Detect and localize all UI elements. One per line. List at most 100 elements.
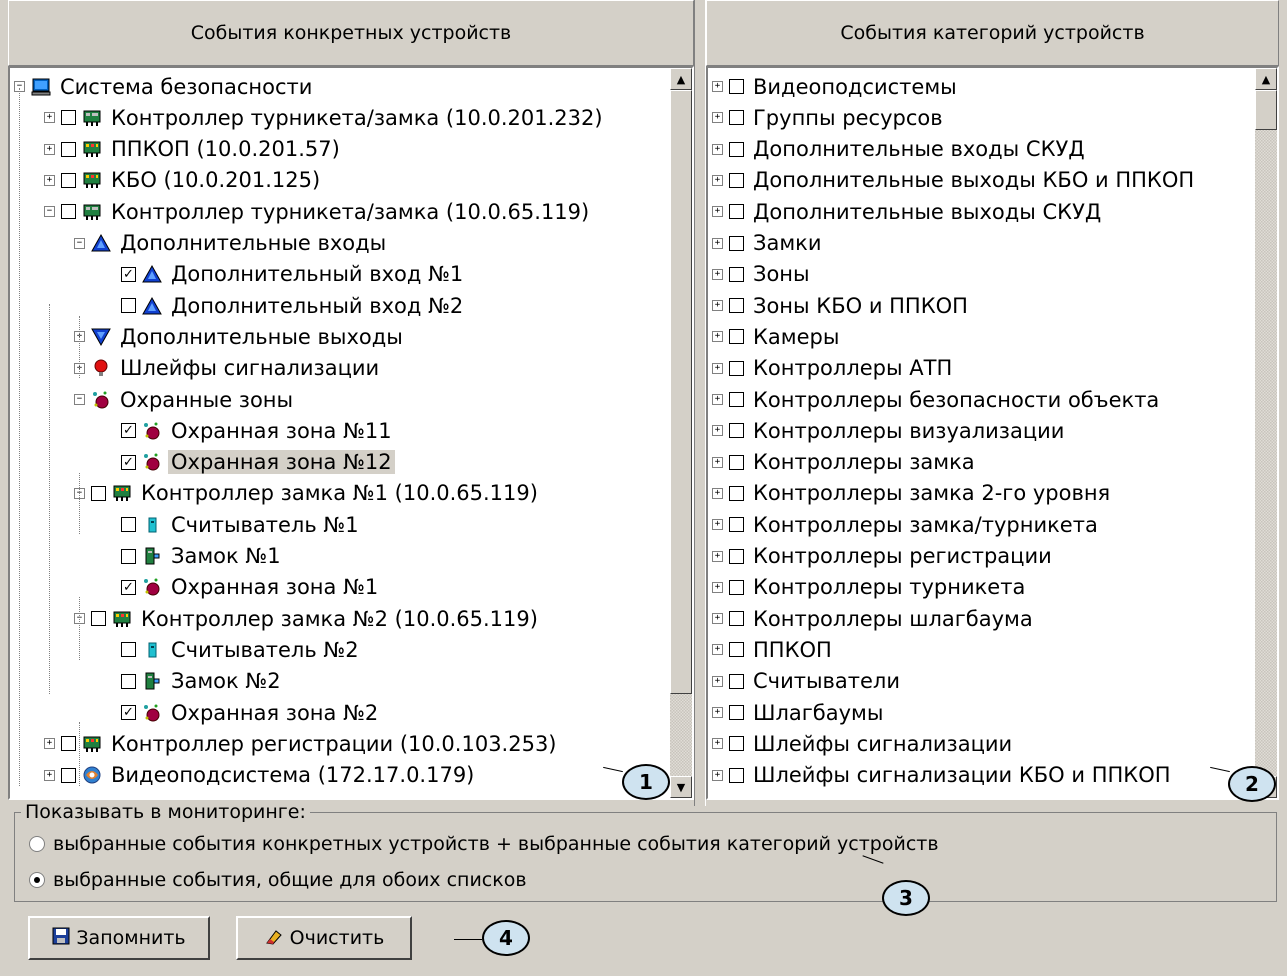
tree-item[interactable]: − Охранные зоны [74,384,296,415]
category-item[interactable]: + Камеры [712,321,842,352]
expand-icon[interactable]: + [44,143,55,155]
checkbox[interactable] [729,611,744,627]
expand-icon[interactable]: + [712,268,723,280]
tree-item[interactable]: − Дополнительные входы [74,228,389,259]
expand-icon[interactable]: + [712,362,723,374]
tree-item[interactable]: + Шлейфы сигнализации [74,353,382,384]
save-button[interactable]: Запомнить [28,916,210,960]
checkbox[interactable] [729,392,744,407]
expand-icon[interactable]: + [712,174,723,186]
tree-item[interactable]: + ППКОП (10.0.201.57) [44,134,343,165]
clear-button[interactable]: Очистить [236,916,412,960]
checkbox[interactable] [121,642,136,658]
tree-item[interactable]: ✓ Охранная зона №11 [104,415,395,446]
category-item[interactable]: + Считыватели [712,666,903,697]
category-item[interactable]: + ППКОП [712,634,835,665]
checkbox[interactable] [61,767,76,783]
scroll-thumb[interactable] [1255,90,1277,130]
checkbox[interactable] [729,204,744,220]
expand-icon[interactable]: + [712,769,723,781]
tree-item[interactable]: − Контроллер замка №2 (10.0.65.119) [74,603,541,634]
tree-item[interactable]: Замок №2 [104,666,284,697]
checkbox-checked[interactable]: ✓ [121,454,136,470]
checkbox[interactable] [729,298,744,314]
checkbox[interactable] [61,110,76,126]
category-item[interactable]: + Шлейфы сигнализации [712,728,1015,759]
expand-icon[interactable]: + [712,143,723,155]
expand-icon[interactable]: + [712,707,723,718]
category-item[interactable]: + Контроллеры замка 2-го уровня [712,478,1113,509]
expand-icon[interactable]: + [712,644,723,656]
tree-item[interactable]: ✓ Охранная зона №2 [104,697,381,728]
radio-option-union[interactable]: выбранные события конкретных устройств +… [29,833,939,855]
category-item[interactable]: + Контроллеры замка [712,447,978,478]
category-item[interactable]: + Группы ресурсов [712,102,946,133]
category-item[interactable]: + Контроллеры замка/турникета [712,509,1101,540]
checkbox[interactable] [729,705,744,720]
expand-icon[interactable]: + [712,581,723,593]
expand-icon[interactable]: + [712,331,723,343]
checkbox-checked[interactable]: ✓ [121,579,136,595]
checkbox[interactable] [729,642,744,658]
expand-icon[interactable]: + [44,174,55,186]
category-item[interactable]: + Зоны КБО и ППКОП [712,290,971,321]
expand-icon[interactable]: + [712,425,723,437]
checkbox[interactable] [121,548,136,564]
checkbox[interactable] [61,172,76,188]
tree-item[interactable]: + Контроллер турникета/замка (10.0.201.23… [44,102,606,133]
category-item[interactable]: + Дополнительные выходы СКУД [712,196,1104,227]
expand-icon[interactable]: + [712,738,723,750]
checkbox[interactable] [729,110,744,126]
expand-icon[interactable]: + [44,738,55,750]
checkbox[interactable] [729,79,744,94]
tree-item[interactable]: − Контроллер турникета/замка (10.0.65.119… [44,196,592,227]
expand-icon[interactable]: + [44,112,55,124]
radio-button[interactable] [29,836,45,852]
radio-option-intersection[interactable]: выбранные события, общие для обоих списк… [29,869,527,891]
category-item[interactable]: + Шлейфы сигнализации КБО и ППКОП [712,760,1174,791]
tree-item[interactable]: Замок №1 [104,541,284,572]
checkbox[interactable] [121,517,136,533]
tree-item[interactable]: − Система безопасности [14,71,315,102]
category-item[interactable]: + Замки [712,228,825,259]
tree-item[interactable]: Считыватель №2 [104,634,362,665]
checkbox[interactable] [729,235,744,251]
expand-icon[interactable]: + [712,81,723,92]
left-scrollbar[interactable]: ▲ ▼ [670,68,692,798]
scroll-down-button[interactable]: ▼ [670,776,692,798]
category-item[interactable]: + Дополнительные входы СКУД [712,134,1088,165]
checkbox[interactable] [729,266,744,282]
checkbox[interactable] [61,204,76,220]
category-item[interactable]: + Контроллеры визуализации [712,415,1067,446]
collapse-icon[interactable]: − [74,394,85,405]
expand-icon[interactable]: + [712,456,723,468]
checkbox[interactable] [729,329,744,345]
category-item[interactable]: + Контроллеры шлагбаума [712,603,1036,634]
tree-item[interactable]: ✓ Дополнительный вход №1 [104,259,466,290]
expand-icon[interactable]: + [712,613,723,625]
checkbox[interactable] [729,141,744,157]
collapse-icon[interactable]: − [44,206,55,218]
checkbox[interactable] [729,579,744,595]
tree-item[interactable]: Дополнительный вход №2 [104,290,466,321]
category-item[interactable]: + Контроллеры безопасности объекта [712,384,1162,415]
category-item[interactable]: + Шлагбаумы [712,697,886,728]
checkbox-checked[interactable]: ✓ [121,705,136,720]
category-item[interactable]: + Дополнительные выходы КБО и ППКОП [712,165,1197,196]
tree-item[interactable]: + Видеоподсистема (172.17.0.179) [44,760,477,791]
checkbox[interactable] [61,141,76,157]
checkbox[interactable] [91,611,106,627]
checkbox[interactable] [61,736,76,752]
expand-icon[interactable]: + [44,769,55,781]
expand-icon[interactable]: + [712,206,723,218]
category-item[interactable]: + Контроллеры регистрации [712,541,1055,572]
checkbox[interactable] [729,485,744,501]
expand-icon[interactable]: + [712,675,723,687]
tree-item[interactable]: ✓ Охранная зона №12 [104,447,395,478]
category-events-tree[interactable]: + Видеоподсистемы + Группы ресурсов + Дополни… [706,66,1279,800]
expand-icon[interactable]: + [712,550,723,562]
tree-item[interactable]: + Контроллер регистрации (10.0.103.253) [44,728,560,759]
expand-icon[interactable]: + [712,112,723,124]
checkbox[interactable] [729,517,744,533]
tree-item[interactable]: − Контроллер замка №1 (10.0.65.119) [74,478,541,509]
